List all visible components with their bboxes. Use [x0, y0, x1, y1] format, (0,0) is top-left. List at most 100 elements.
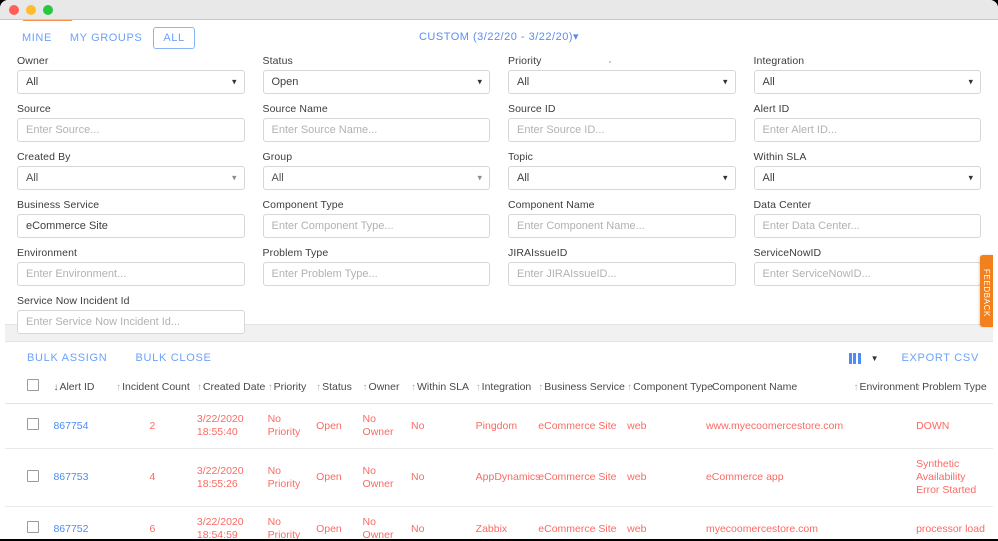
cell-priority: No Priority — [263, 506, 313, 541]
date-range-button[interactable]: CUSTOM (3/22/20 - 3/22/20)▾ — [419, 31, 579, 43]
filter-component-name-input[interactable]: Enter Component Name... — [508, 214, 736, 238]
maximize-window-button[interactable] — [43, 4, 53, 15]
tab-my-groups-label: MY GROUPS — [69, 32, 143, 44]
alert-id-link[interactable]: 867752 — [53, 523, 88, 535]
close-window-button[interactable] — [9, 4, 19, 15]
filter-environment-input[interactable]: Enter Environment... — [17, 262, 245, 286]
cell-component-type: web — [623, 506, 702, 541]
filter-group-select[interactable]: All — [262, 166, 490, 190]
window-titlebar — [0, 0, 998, 20]
header-integration-label: Integration — [481, 380, 532, 393]
header-owner[interactable]: ↑Owner — [359, 374, 407, 404]
header-business-service[interactable]: ↑Business Service — [534, 374, 625, 404]
filter-topic-select[interactable]: All — [508, 166, 736, 190]
header-within-sla[interactable]: ↑Within SLA — [407, 374, 472, 404]
tab-mine[interactable]: MINE — [15, 28, 59, 48]
header-component-type[interactable]: ↑Component Type — [623, 374, 713, 404]
header-component-name[interactable]: ↑Component Name — [702, 374, 849, 404]
header-priority[interactable]: ↑Priority — [264, 374, 312, 404]
header-integration[interactable]: ↑Integration — [472, 374, 535, 404]
cell-problem-type: Synthetic Availability Error Started — [912, 448, 993, 507]
grid-spacer-3 — [754, 295, 982, 343]
created-time: 18:55:40 — [196, 426, 238, 438]
header-created-date[interactable]: ↑Created Date — [193, 374, 265, 404]
filter-grid: Owner All Status Open Priority All Integ… — [5, 51, 993, 343]
tab-my-groups[interactable]: MY GROUPS — [63, 28, 149, 48]
alert-id-link[interactable]: 867753 — [53, 471, 88, 483]
bulk-close-button[interactable]: BULK CLOSE — [135, 352, 211, 364]
filter-group: Group All — [262, 151, 490, 190]
filter-status-value: Open — [271, 76, 299, 88]
filter-problem-type-input[interactable]: Enter Problem Type... — [262, 262, 490, 286]
filter-business-service-input[interactable]: eCommerce Site — [17, 214, 245, 238]
cell-priority: No Priority — [263, 403, 313, 449]
filter-integration-label: Integration — [753, 55, 805, 67]
table-row[interactable]: 867754 2 3/22/2020 18:55:40 No Priority O… — [5, 403, 993, 449]
column-chooser-icon[interactable] — [848, 352, 861, 364]
filter-source-input[interactable]: Enter Source... — [17, 118, 245, 142]
filter-environment: Environment Enter Environment... — [17, 247, 245, 286]
filter-service-now-incident-id-input[interactable]: Enter Service Now Incident Id... — [17, 310, 245, 334]
chevron-down-icon: ▾ — [573, 31, 580, 43]
select-all-checkbox[interactable] — [27, 379, 39, 391]
grid-spacer-1 — [263, 295, 491, 343]
cell-within-sla: No — [407, 506, 472, 541]
header-status[interactable]: ↑Status — [312, 374, 358, 404]
chevron-down-icon[interactable]: ▼ — [871, 354, 879, 363]
bulk-assign-button[interactable]: BULK ASSIGN — [27, 352, 107, 364]
filter-group-label: Group — [262, 151, 293, 163]
filter-integration-select[interactable]: All — [753, 70, 981, 94]
filter-alert-id-input[interactable]: Enter Alert ID... — [753, 118, 981, 142]
row-checkbox[interactable] — [27, 469, 39, 482]
alert-id-link[interactable]: 867754 — [53, 420, 88, 432]
header-problem-type[interactable]: ↑Problem Type — [912, 374, 993, 404]
filter-servicenow-id-input[interactable]: Enter ServiceNowID... — [753, 262, 981, 286]
row-select-cell — [5, 403, 50, 449]
sort-asc-icon: ↑ — [538, 381, 544, 393]
table-row[interactable]: 867753 4 3/22/2020 18:55:26 No Priority O… — [5, 448, 993, 507]
filter-priority-select[interactable]: All — [508, 70, 736, 94]
sort-asc-icon: ↑ — [475, 381, 481, 393]
filter-environment-label: Environment — [17, 247, 78, 259]
filter-created-by-select[interactable]: All — [17, 166, 245, 190]
filter-environment-placeholder: Enter Environment... — [26, 268, 127, 280]
filter-business-service-label: Business Service — [17, 199, 100, 211]
filter-created-by: Created By All — [17, 151, 245, 190]
filter-within-sla-select[interactable]: All — [753, 166, 981, 190]
filter-topic-label: Topic — [508, 151, 534, 163]
cell-component-type: web — [623, 403, 702, 449]
minimize-window-button[interactable] — [26, 4, 36, 15]
filter-status-select[interactable]: Open — [262, 70, 490, 94]
cell-within-sla: No — [407, 448, 472, 507]
cell-business-service: eCommerce Site — [534, 506, 624, 541]
row-checkbox[interactable] — [27, 521, 39, 533]
feedback-tab[interactable]: FEEDBACK — [980, 255, 993, 327]
filter-source-name-input[interactable]: Enter Source Name... — [262, 118, 490, 142]
export-csv-button[interactable]: EXPORT CSV — [901, 352, 979, 364]
filter-source-id: Source ID Enter Source ID... — [508, 103, 736, 142]
row-checkbox[interactable] — [27, 418, 39, 430]
filter-jira-issue-id-placeholder: Enter JIRAIssueID... — [517, 268, 617, 280]
filter-source-id-input[interactable]: Enter Source ID... — [508, 118, 736, 142]
cell-owner: No Owner — [358, 506, 408, 541]
cell-problem-type: processor load — [912, 506, 993, 541]
created-date: 3/22/2020 — [196, 516, 244, 528]
filter-source-placeholder: Enter Source... — [26, 124, 100, 136]
header-environment[interactable]: ↑Environment — [849, 374, 918, 404]
filter-jira-issue-id-input[interactable]: Enter JIRAIssueID... — [508, 262, 736, 286]
cell-environment — [849, 403, 913, 449]
tab-all[interactable]: ALL — [153, 27, 195, 49]
cell-alert-id: 867752 — [49, 506, 113, 541]
filter-data-center-input[interactable]: Enter Data Center... — [753, 214, 981, 238]
cell-component-name: www.myecoomercestore.com — [701, 403, 850, 449]
header-incident-count[interactable]: ↑Incident Count — [112, 374, 193, 404]
header-alert-id[interactable]: ↓Alert ID — [49, 374, 112, 404]
sort-asc-icon: ↑ — [362, 381, 368, 393]
filter-source-name-label: Source Name — [262, 103, 328, 115]
filter-component-type-input[interactable]: Enter Component Type... — [262, 214, 490, 238]
cell-alert-id: 867754 — [49, 403, 113, 449]
cell-component-name: eCommerce app — [701, 448, 850, 507]
table-row[interactable]: 867752 6 3/22/2020 18:54:59 No Priority O… — [5, 506, 993, 541]
cell-within-sla: No — [407, 403, 472, 449]
filter-owner-select[interactable]: All — [17, 70, 245, 94]
